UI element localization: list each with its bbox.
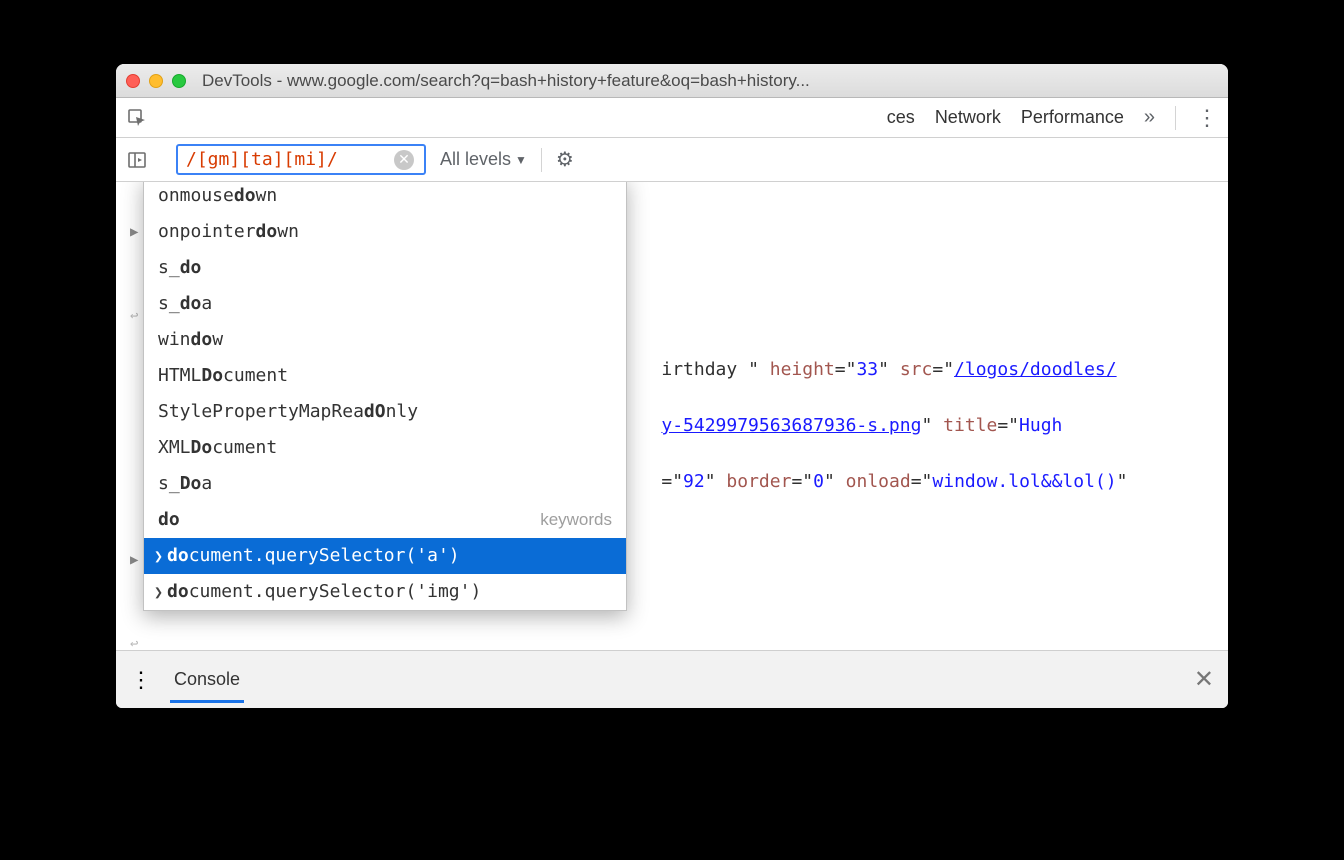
ac-hint: keywords <box>540 506 612 534</box>
ac-item[interactable]: HTMLDocument <box>144 358 626 394</box>
ac-item[interactable]: s_Doa <box>144 466 626 502</box>
titlebar: DevTools - www.google.com/search?q=bash+… <box>116 64 1228 98</box>
drawer-close-icon[interactable]: ✕ <box>1194 665 1214 694</box>
console-settings-gear-icon[interactable]: ⚙ <box>556 147 574 172</box>
drawer: ⋮ Console ✕ <box>116 650 1228 708</box>
tab-network[interactable]: Network <box>935 107 1001 128</box>
ac-item[interactable]: window <box>144 322 626 358</box>
console-body[interactable]: onmousedown onpointerdown s_do s_doa win… <box>116 182 1228 650</box>
ac-history-item[interactable]: ❯document.querySelector('a') <box>144 538 626 574</box>
filter-input-container: ✕ <box>176 144 426 175</box>
kebab-menu-icon[interactable]: ⋮ <box>1196 105 1218 131</box>
panel-tabs: ces Network Performance » ⋮ <box>116 98 1228 138</box>
autocomplete-popup: onmousedown onpointerdown s_do s_doa win… <box>143 182 627 611</box>
console-log-row[interactable]: ↩ XXXXXXXXXXXXXXXXXXXXXXXXXXXXXXXXXXXXXX… <box>152 628 1210 650</box>
devtools-window: DevTools - www.google.com/search?q=bash+… <box>116 64 1228 708</box>
console-sidebar-toggle-icon[interactable] <box>126 149 148 171</box>
ac-item[interactable]: XMLDocument <box>144 430 626 466</box>
return-icon: ↩ <box>130 302 138 330</box>
clear-filter-icon[interactable]: ✕ <box>394 150 414 170</box>
separator <box>1175 106 1176 130</box>
ac-item[interactable]: StylePropertyMapReadOnly <box>144 394 626 430</box>
log-levels-dropdown[interactable]: All levels ▼ <box>440 149 527 170</box>
drawer-menu-icon[interactable]: ⋮ <box>130 667 152 693</box>
tab-performance[interactable]: Performance <box>1021 107 1124 128</box>
expand-icon[interactable]: ▶ <box>130 546 138 574</box>
ac-item[interactable]: onpointerdown <box>144 214 626 250</box>
separator <box>541 148 542 172</box>
history-chevron-icon: ❯ <box>154 578 163 606</box>
history-chevron-icon: ❯ <box>154 542 163 570</box>
ac-history-item[interactable]: ❯document.querySelector('img') <box>144 574 626 610</box>
console-filter-bar: ✕ All levels ▼ ⚙ <box>116 138 1228 182</box>
drawer-tab-console[interactable]: Console <box>170 657 244 703</box>
chevron-down-icon: ▼ <box>515 153 527 167</box>
ac-item[interactable]: onmousedown <box>144 182 626 214</box>
ac-item[interactable]: dokeywords <box>144 502 626 538</box>
tab-sources-partial[interactable]: ces <box>887 107 915 128</box>
expand-icon[interactable]: ▶ <box>130 218 138 246</box>
close-window-button[interactable] <box>126 74 140 88</box>
window-title: DevTools - www.google.com/search?q=bash+… <box>202 71 810 91</box>
ac-item[interactable]: s_do <box>144 250 626 286</box>
inspect-element-icon[interactable] <box>126 107 148 129</box>
tab-overflow-icon[interactable]: » <box>1144 106 1155 129</box>
minimize-window-button[interactable] <box>149 74 163 88</box>
filter-input[interactable] <box>186 149 386 170</box>
log-levels-label: All levels <box>440 149 511 170</box>
traffic-lights <box>126 74 186 88</box>
return-icon: ↩ <box>130 630 138 650</box>
ac-item[interactable]: s_doa <box>144 286 626 322</box>
zoom-window-button[interactable] <box>172 74 186 88</box>
